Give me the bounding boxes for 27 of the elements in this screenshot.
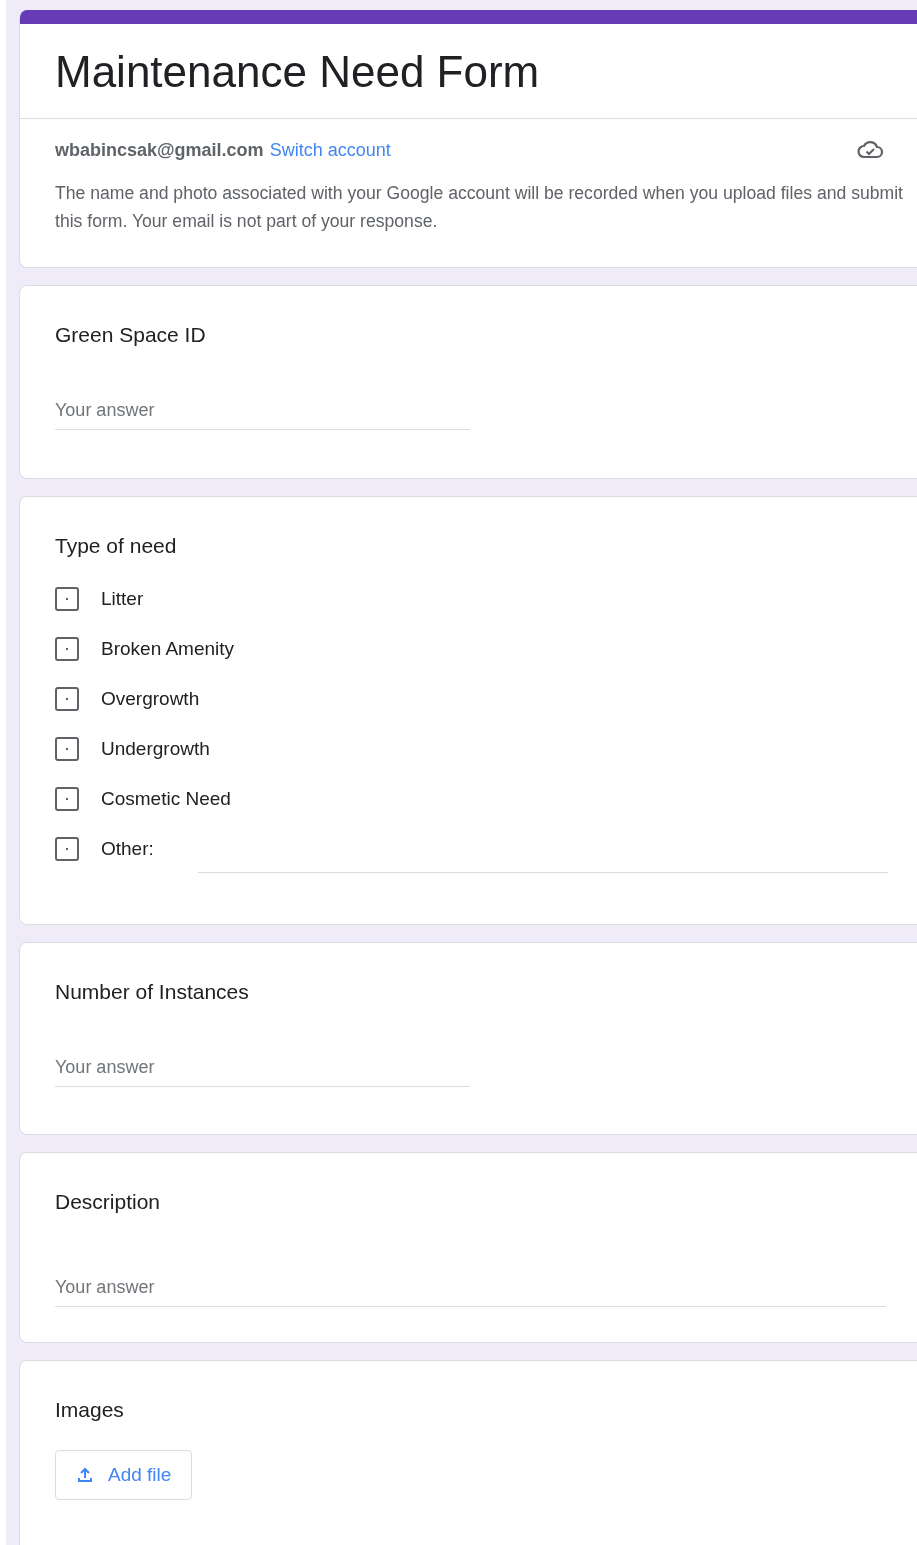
option-label: Broken Amenity (101, 638, 235, 660)
upload-icon (76, 1466, 94, 1484)
question-title: Type of need (55, 534, 178, 558)
question-title: Description (55, 1190, 162, 1214)
checkbox[interactable] (55, 637, 79, 661)
switch-account-link[interactable]: Switch account (269, 139, 391, 161)
cloud-check-icon (856, 139, 884, 161)
checkbox[interactable] (55, 787, 79, 811)
checkbox[interactable] (55, 837, 79, 861)
question-title: Images (55, 1398, 125, 1422)
checkbox[interactable] (55, 687, 79, 711)
question-title: Number of Instances (55, 980, 250, 1004)
option-label: Overgrowth (101, 688, 200, 710)
option-label: Other: (101, 838, 154, 860)
privacy-notice: The name and photo associated with your Google account will be recorded when you upload files and submit this form. Your email is not part of your response. (55, 182, 904, 233)
checkbox[interactable] (55, 587, 79, 611)
form-title: Maintenance Need Form (54, 46, 541, 98)
question-title: Green Space ID (55, 323, 207, 347)
add-file-button[interactable]: Add file (55, 1450, 193, 1500)
checkbox[interactable] (55, 737, 79, 761)
answer-field[interactable]: Your answer (55, 1269, 886, 1307)
account-email: wbabincsak@gmail.com (55, 139, 264, 161)
answer-field[interactable]: Your answer (55, 392, 470, 430)
option-label: Cosmetic Need (101, 788, 231, 810)
answer-field[interactable]: Your answer (55, 1049, 470, 1087)
option-label: Undergrowth (101, 738, 210, 760)
option-label: Litter (101, 588, 144, 610)
